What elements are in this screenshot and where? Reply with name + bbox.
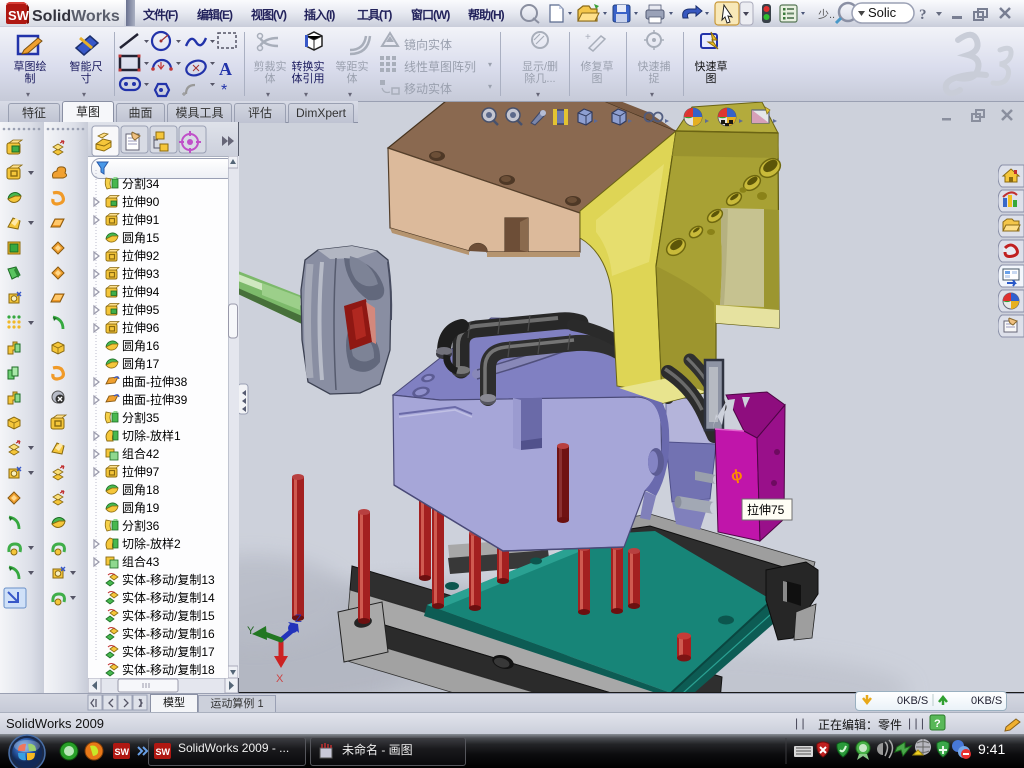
svg-text:拉伸96: 拉伸96 <box>122 320 160 335</box>
svg-text:*: * <box>221 82 227 99</box>
svg-text:组合42: 组合42 <box>122 446 160 461</box>
svg-text:圆角18: 圆角18 <box>122 483 160 497</box>
svg-text:+: + <box>585 32 591 43</box>
svg-text:实体-移动/复制15: 实体-移动/复制15 <box>122 608 215 623</box>
svg-text:SW: SW <box>156 747 171 757</box>
svg-text:切除-放样2: 切除-放样2 <box>122 536 181 551</box>
svg-text:分割36: 分割36 <box>122 518 160 533</box>
svg-text:拉伸92: 拉伸92 <box>122 248 160 263</box>
svg-text:拉伸95: 拉伸95 <box>122 302 160 317</box>
svg-text:圆角16: 圆角16 <box>122 339 160 353</box>
svg-text:拉伸93: 拉伸93 <box>122 266 160 281</box>
svg-text:Solic: Solic <box>868 5 897 20</box>
svg-text:SolidWorks: SolidWorks <box>32 8 120 25</box>
svg-text:Z: Z <box>295 613 302 625</box>
svg-text:?: ? <box>934 718 941 730</box>
svg-text:实体-移动/复制17: 实体-移动/复制17 <box>122 644 215 659</box>
svg-text:拉伸90: 拉伸90 <box>122 194 160 209</box>
svg-text:圆角19: 圆角19 <box>122 501 160 515</box>
svg-text:实体-移动/复制13: 实体-移动/复制13 <box>122 572 215 587</box>
svg-text:拉伸91: 拉伸91 <box>122 212 160 227</box>
svg-text:SW: SW <box>8 8 30 23</box>
svg-text:曲面-拉伸38: 曲面-拉伸38 <box>122 374 188 389</box>
svg-text:圆角17: 圆角17 <box>122 357 160 371</box>
svg-text:实体-移动/复制18: 实体-移动/复制18 <box>122 662 215 677</box>
svg-text:分割34: 分割34 <box>122 176 160 191</box>
svg-text:0KB/S: 0KB/S <box>971 695 1002 707</box>
svg-text:分割35: 分割35 <box>122 410 160 425</box>
svg-text:A: A <box>219 59 232 79</box>
svg-text:曲面-拉伸39: 曲面-拉伸39 <box>122 392 188 407</box>
svg-text:?: ? <box>919 7 927 23</box>
svg-text:实体-移动/复制14: 实体-移动/复制14 <box>122 590 215 605</box>
svg-text:组合43: 组合43 <box>122 554 160 569</box>
svg-text:拉伸94: 拉伸94 <box>122 284 160 299</box>
svg-text:实体-移动/复制16: 实体-移动/复制16 <box>122 626 215 641</box>
svg-text:0KB/S: 0KB/S <box>897 695 928 707</box>
svg-text:切除-放样1: 切除-放样1 <box>122 428 181 443</box>
svg-text:拉伸75: 拉伸75 <box>747 502 785 517</box>
svg-text:拉伸97: 拉伸97 <box>122 464 160 479</box>
svg-text:少..: 少.. <box>818 8 835 21</box>
svg-text:圆角15: 圆角15 <box>122 231 160 245</box>
svg-text:Y: Y <box>247 625 255 637</box>
svg-text:SW: SW <box>115 747 130 757</box>
svg-text:X: X <box>276 673 284 685</box>
